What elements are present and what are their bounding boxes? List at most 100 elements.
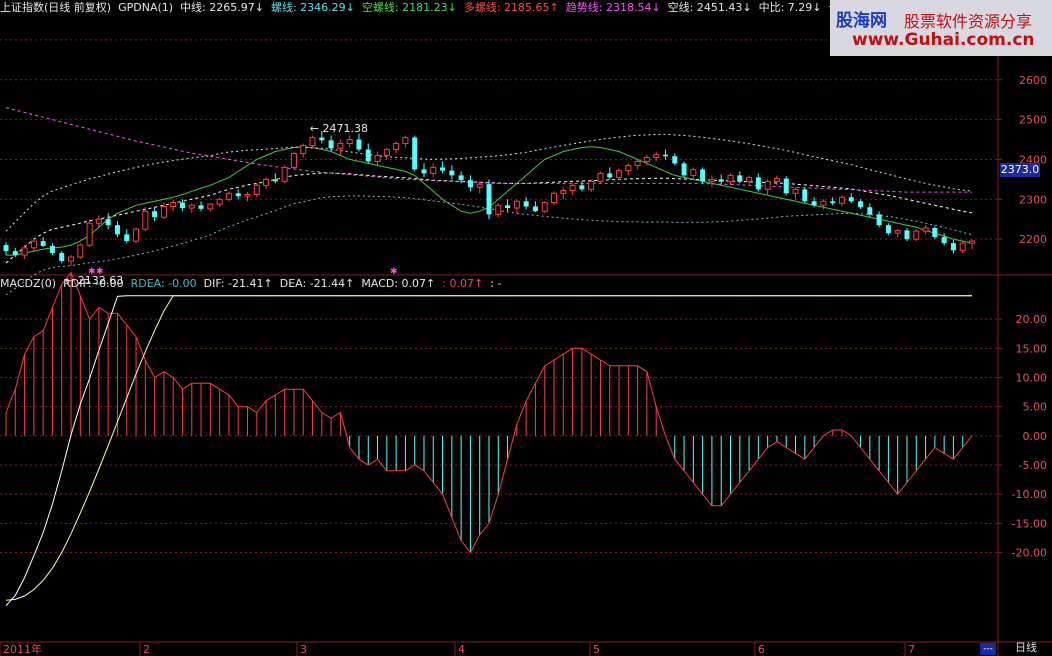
- candle-body: [672, 156, 678, 164]
- macd-value-0: RDIF: -0.00: [63, 277, 124, 290]
- candle-body: [393, 143, 400, 150]
- candle-body: [412, 137, 418, 170]
- candle-body: [77, 244, 84, 258]
- candle-body: [746, 176, 753, 182]
- candle-body: [21, 247, 28, 256]
- candle-body: [198, 205, 204, 209]
- macd-tick-label: -5.00: [1019, 459, 1047, 472]
- candle-body: [152, 211, 158, 218]
- macd-name: MACDZ(0): [0, 277, 57, 290]
- candle-body: [300, 145, 307, 154]
- candle-body: [30, 240, 37, 249]
- candle-body: [346, 139, 353, 145]
- candle-body: [179, 202, 185, 209]
- x-axis-label: 2: [143, 643, 150, 656]
- candle-body: [625, 164, 632, 172]
- candle-body: [541, 201, 548, 212]
- indicator-name: GPDNA(1): [118, 1, 174, 14]
- candle-body: [309, 137, 316, 146]
- signal-marker: ✱: [88, 267, 96, 277]
- candle-body: [328, 140, 334, 149]
- candle-body: [690, 168, 697, 176]
- price-tick-label: 2200: [1019, 233, 1047, 246]
- candle-body: [838, 196, 845, 204]
- candle-body: [922, 227, 929, 232]
- candle-body: [764, 180, 771, 190]
- watermark-logo: 股海网: [836, 11, 887, 31]
- stock-chart[interactable]: ← 2471.38← 2132.63✱ ✱ ✱ 220023002400250026…: [0, 0, 1052, 656]
- candle-body: [244, 194, 251, 197]
- candle-body: [894, 229, 901, 234]
- candle-body: [486, 184, 492, 215]
- candle-body: [142, 210, 149, 230]
- candle-body: [885, 225, 891, 234]
- candle-body: [3, 245, 9, 252]
- candle-body: [858, 201, 864, 208]
- candle-body: [281, 166, 288, 182]
- candle-body: [440, 167, 446, 171]
- header-value-2: 空螺线: 2181.23↓: [361, 1, 457, 14]
- candle-body: [607, 173, 613, 178]
- candle-body: [449, 170, 455, 176]
- x-axis-label: 5: [593, 643, 600, 656]
- candle-body: [867, 207, 873, 215]
- candle-body: [932, 227, 938, 238]
- watermark-slogan: 股票软件资源分享: [904, 12, 1033, 31]
- header-value-5: 空线: 2451.43↓: [667, 1, 752, 14]
- site-watermark: 股海网 股票软件资源分享 www.Guhai.com.cn: [830, 0, 1052, 56]
- header-value-3: 多螺线: 2185.65↑: [463, 1, 559, 14]
- candle-body: [319, 137, 325, 141]
- candle-body: [737, 175, 743, 182]
- candle-body: [476, 183, 483, 188]
- macd-panel: [5, 271, 973, 607]
- x-axis-label: 2011年: [3, 642, 42, 656]
- price-header: 上证指数(日线 前复权) GPDNA(1) 中线: 2265.97↓ 螺线: 2346…: [0, 1, 912, 15]
- candle-body: [551, 192, 558, 203]
- candle-body: [830, 201, 836, 204]
- signal-marker: ✱: [390, 267, 398, 277]
- price-tick-label: 2600: [1019, 74, 1047, 87]
- candle-body: [467, 180, 473, 188]
- macd-tick-label: 20.00: [1016, 313, 1048, 326]
- candle-body: [904, 230, 910, 240]
- candle-body: [579, 185, 585, 190]
- candle-body: [124, 234, 130, 242]
- header-value-6: 中比: 7.29↓: [758, 1, 822, 14]
- candle-body: [235, 193, 241, 197]
- candle-body: [727, 174, 734, 183]
- candle-body: [708, 178, 715, 182]
- candle-body: [681, 163, 687, 176]
- period-toggle-button[interactable]: ---: [980, 643, 996, 655]
- candle-body: [160, 205, 167, 218]
- x-axis-label: 6: [758, 643, 765, 656]
- x-axis-label: 7: [908, 643, 915, 656]
- candle-body: [959, 242, 966, 251]
- candle-body: [755, 177, 761, 190]
- candle-body: [969, 240, 975, 244]
- candle-body: [40, 241, 46, 246]
- daily-period-label[interactable]: 日线: [1006, 641, 1046, 655]
- candle-body: [569, 184, 576, 192]
- macd-tick-label: 5.00: [1023, 401, 1048, 414]
- candle-body: [848, 197, 854, 202]
- x-axis-label: 4: [458, 643, 465, 656]
- header-value-0: 中线: 2265.97↓: [180, 1, 264, 14]
- macd-tick-label: -20.00: [1012, 547, 1047, 560]
- signal-marker: ✱: [96, 267, 104, 277]
- candle-body: [170, 201, 177, 207]
- candle-body: [783, 178, 789, 194]
- candle-body: [876, 214, 882, 226]
- candle-body: [216, 198, 223, 205]
- candle-body: [225, 192, 232, 200]
- macd-tick-label: 15.00: [1016, 342, 1048, 355]
- watermark-url: www.Guhai.com.cn: [852, 30, 1035, 50]
- candle-body: [105, 219, 111, 226]
- candle-body: [188, 204, 195, 209]
- candle-body: [402, 137, 409, 145]
- candle-body: [263, 178, 270, 186]
- macd-value-6: : -: [490, 277, 502, 290]
- price-panel: ← 2471.38← 2132.63✱ ✱ ✱: [3, 107, 975, 296]
- candle-body: [505, 205, 511, 209]
- candle-body: [458, 175, 464, 181]
- candle-body: [421, 169, 427, 174]
